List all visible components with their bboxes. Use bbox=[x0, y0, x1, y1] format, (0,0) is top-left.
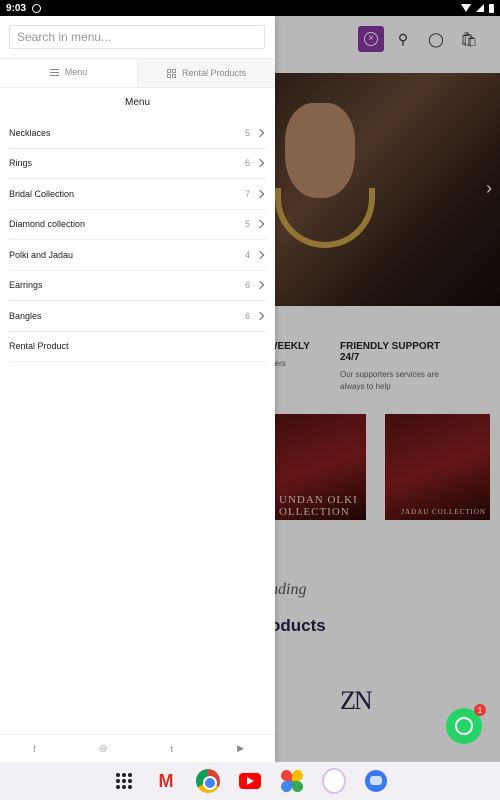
status-bar: 9:03 bbox=[0, 0, 500, 16]
menu-item-rings[interactable]: Rings 6 bbox=[9, 149, 266, 179]
menu-item-diamond-collection[interactable]: Diamond collection 5 bbox=[9, 210, 266, 240]
battery-icon bbox=[489, 3, 494, 13]
menu-item-count: 6 bbox=[244, 158, 250, 169]
chevron-right-icon[interactable] bbox=[255, 159, 265, 168]
menu-item-count: 6 bbox=[244, 310, 250, 321]
menu-item-label: Diamond collection bbox=[9, 219, 86, 230]
chevron-right-icon[interactable] bbox=[255, 220, 265, 229]
menu-item-count: 6 bbox=[244, 280, 250, 291]
menu-item-label: Rental Product bbox=[9, 341, 69, 352]
menu-item-label: Rings bbox=[9, 158, 33, 169]
menu-heading: Menu bbox=[124, 97, 150, 108]
menu-drawer: Menu Rental Products Menu Necklaces 5 Ri… bbox=[0, 16, 275, 762]
hamburger-icon bbox=[49, 68, 59, 76]
menu-item-bangles[interactable]: Bangles 6 bbox=[9, 301, 266, 332]
tab-rental-products-label: Rental Products bbox=[181, 68, 247, 78]
gmail-icon[interactable]: M bbox=[154, 769, 178, 793]
menu-item-count: 7 bbox=[244, 188, 250, 199]
photos-icon[interactable] bbox=[280, 769, 304, 793]
messages-icon[interactable] bbox=[364, 769, 388, 793]
chevron-right-icon[interactable] bbox=[255, 311, 265, 320]
chevron-right-icon[interactable] bbox=[255, 281, 265, 290]
facebook-icon[interactable]: f bbox=[0, 735, 69, 762]
menu-item-bridal-collection[interactable]: Bridal Collection 7 bbox=[9, 179, 266, 210]
drawer-tabs: Menu Rental Products bbox=[0, 59, 275, 88]
menu-item-label: Polki and Jadau bbox=[9, 249, 74, 260]
clock: 9:03 bbox=[6, 2, 27, 14]
taskbar: M bbox=[0, 762, 500, 800]
menu-item-rental-product[interactable]: Rental Product bbox=[9, 332, 266, 362]
chevron-right-icon[interactable] bbox=[255, 128, 265, 137]
signal-icon bbox=[476, 4, 484, 12]
menu-item-polki-and-jadau[interactable]: Polki and Jadau 4 bbox=[9, 240, 266, 271]
menu-item-earrings[interactable]: Earrings 6 bbox=[9, 271, 266, 301]
notification-icon bbox=[32, 3, 42, 13]
whatsapp-badge: 1 bbox=[474, 704, 486, 716]
menu-search-input[interactable] bbox=[9, 25, 265, 49]
menu-item-necklaces[interactable]: Necklaces 5 bbox=[9, 118, 266, 149]
whatsapp-icon bbox=[455, 717, 473, 735]
chevron-right-icon[interactable] bbox=[255, 250, 265, 259]
instagram-icon[interactable]: ◎ bbox=[69, 735, 138, 762]
menu-item-label: Necklaces bbox=[9, 127, 51, 138]
menu-item-count: 4 bbox=[244, 249, 250, 260]
store-app-icon[interactable] bbox=[322, 768, 346, 794]
menu-item-label: Earrings bbox=[9, 280, 43, 291]
social-links: f ◎ t ▶ bbox=[0, 734, 275, 762]
chrome-icon[interactable] bbox=[196, 769, 220, 793]
twitter-icon[interactable]: t bbox=[138, 735, 207, 762]
grid-icon bbox=[166, 68, 176, 78]
whatsapp-button[interactable]: 1 bbox=[446, 704, 486, 744]
youtube-icon[interactable]: ▶ bbox=[206, 735, 275, 762]
wifi-icon bbox=[461, 4, 471, 12]
app-drawer-icon[interactable] bbox=[112, 769, 136, 793]
youtube-app-icon[interactable] bbox=[238, 769, 262, 793]
menu-item-label: Bangles bbox=[9, 310, 42, 321]
tab-menu[interactable]: Menu bbox=[0, 59, 137, 87]
menu-item-label: Bridal Collection bbox=[9, 188, 75, 199]
menu-item-count: 5 bbox=[244, 127, 250, 138]
chevron-right-icon[interactable] bbox=[255, 189, 265, 198]
menu-list: Necklaces 5 Rings 6 Bridal Collection 7 … bbox=[0, 118, 275, 362]
tab-menu-label: Menu bbox=[64, 67, 88, 77]
tab-rental-products[interactable]: Rental Products bbox=[137, 59, 275, 87]
menu-item-count: 5 bbox=[244, 219, 250, 230]
search-container bbox=[0, 16, 275, 59]
